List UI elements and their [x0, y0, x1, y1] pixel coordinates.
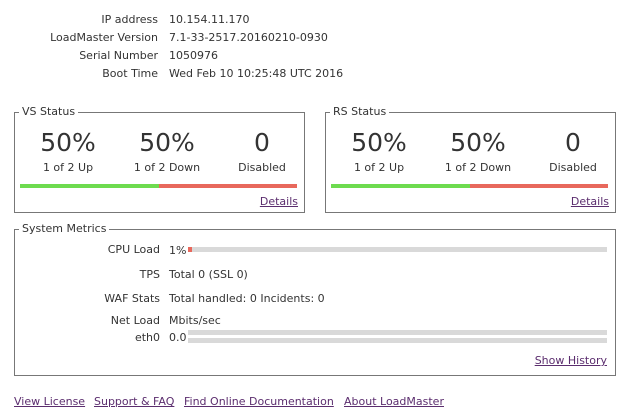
rs-status-title: RS Status [333, 105, 387, 118]
net-load-unit: Mbits/sec [169, 314, 221, 327]
vs-disabled-text: Disabled [238, 161, 286, 174]
vs-status-title: VS Status [22, 105, 76, 118]
vs-up-stat: 50% 1 of 2 Up [20, 128, 116, 175]
rs-status-bar [331, 184, 608, 188]
show-history-link[interactable]: Show History [535, 354, 607, 367]
tps-value: Total 0 (SSL 0) [169, 268, 248, 281]
rs-up-text: 1 of 2 Up [353, 161, 405, 174]
vs-disabled-count: 0 [254, 128, 270, 157]
cpu-load-value: 1% [169, 244, 187, 257]
vs-status-panel: VS Status 50% 1 of 2 Up 50% 1 of 2 Down … [14, 106, 305, 213]
rs-status-panel: RS Status 50% 1 of 2 Up 50% 1 of 2 Down … [325, 106, 616, 213]
vs-details-link[interactable]: Details [260, 195, 298, 208]
net-load-label: Net Load [110, 314, 160, 327]
tps-label: TPS [139, 268, 160, 281]
cpu-load-fill [188, 247, 193, 252]
eth0-in-bar [188, 330, 607, 335]
rs-up-percent: 50% [351, 128, 407, 157]
waf-stats-value: Total handled: 0 Incidents: 0 [169, 292, 325, 305]
info-value: 1050976 [169, 49, 218, 62]
info-row-boot-time: Boot Time Wed Feb 10 10:25:48 UTC 2016 [0, 66, 622, 82]
info-row-ip: IP address 10.154.11.170 [0, 12, 622, 28]
eth0-out-bar [188, 338, 607, 343]
rs-down-percent: 50% [450, 128, 506, 157]
rs-disabled-count: 0 [565, 128, 581, 157]
rs-down-bar [469, 184, 608, 188]
waf-stats-label: WAF Stats [104, 292, 160, 305]
cpu-load-label: CPU Load [107, 243, 160, 256]
vs-down-bar [158, 184, 297, 188]
info-label: Boot Time [102, 67, 158, 80]
vs-down-text: 1 of 2 Down [133, 161, 201, 174]
info-row-serial: Serial Number 1050976 [0, 48, 622, 64]
vs-up-text: 1 of 2 Up [42, 161, 94, 174]
info-value: Wed Feb 10 10:25:48 UTC 2016 [169, 67, 344, 80]
rs-up-stat: 50% 1 of 2 Up [331, 128, 427, 175]
view-license-link[interactable]: View License [14, 395, 85, 408]
vs-down-percent: 50% [139, 128, 195, 157]
vs-down-stat: 50% 1 of 2 Down [119, 128, 215, 175]
about-loadmaster-link[interactable]: About LoadMaster [344, 395, 444, 408]
rs-disabled-stat: 0 Disabled [525, 128, 621, 175]
vs-up-percent: 50% [40, 128, 96, 157]
rs-details-link[interactable]: Details [571, 195, 609, 208]
eth0-value: 0.0 [169, 331, 187, 344]
info-value: 7.1-33-2517.20160210-0930 [169, 31, 328, 44]
eth0-label: eth0 [134, 331, 160, 344]
vs-status-bar [20, 184, 297, 188]
vs-up-bar [20, 184, 159, 188]
rs-disabled-text: Disabled [549, 161, 597, 174]
vs-disabled-stat: 0 Disabled [214, 128, 310, 175]
rs-down-stat: 50% 1 of 2 Down [430, 128, 526, 175]
info-value: 10.154.11.170 [169, 13, 250, 26]
online-documentation-link[interactable]: Find Online Documentation [184, 395, 334, 408]
info-row-version: LoadMaster Version 7.1-33-2517.20160210-… [0, 30, 622, 46]
info-label: Serial Number [79, 49, 158, 62]
info-label: LoadMaster Version [50, 31, 158, 44]
support-faq-link[interactable]: Support & FAQ [94, 395, 174, 408]
system-metrics-title: System Metrics [22, 222, 107, 235]
rs-down-text: 1 of 2 Down [444, 161, 512, 174]
rs-up-bar [331, 184, 470, 188]
cpu-load-bar [188, 247, 607, 252]
system-metrics-panel: System Metrics CPU Load 1% TPS Total 0 (… [14, 223, 616, 376]
info-label: IP address [101, 13, 158, 26]
